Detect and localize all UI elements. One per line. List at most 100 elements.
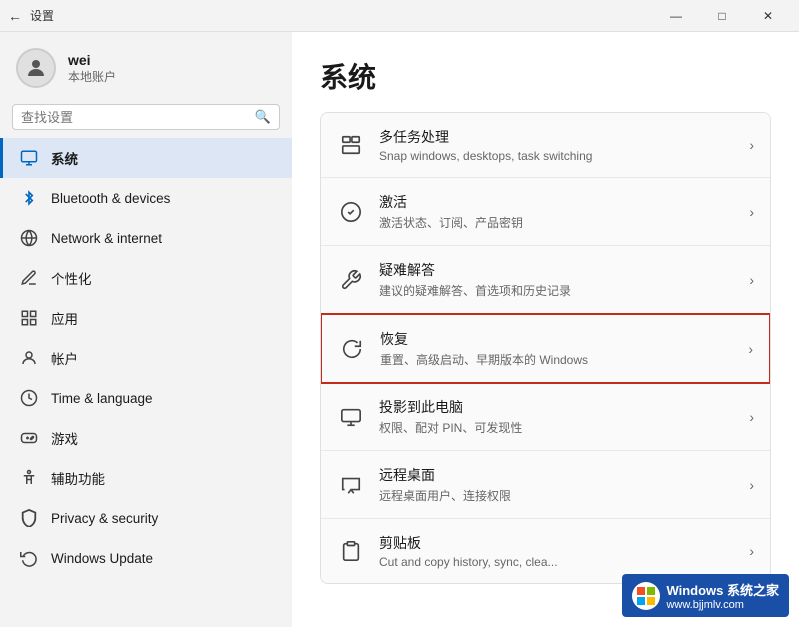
sidebar-item-system[interactable]: 系统 bbox=[0, 138, 292, 178]
sidebar-item-update[interactable]: Windows Update bbox=[0, 538, 292, 578]
multitasking-title: 多任务处理 bbox=[379, 127, 735, 147]
sidebar-label-update: Windows Update bbox=[51, 551, 153, 566]
troubleshoot-text: 疑难解答 建议的疑难解答、首选项和历史记录 bbox=[379, 260, 735, 299]
troubleshoot-chevron: › bbox=[749, 272, 754, 288]
clipboard-text: 剪贴板 Cut and copy history, sync, clea... bbox=[379, 533, 735, 569]
multitasking-subtitle: Snap windows, desktops, task switching bbox=[379, 149, 735, 163]
accessibility-icon bbox=[19, 468, 39, 488]
avatar bbox=[16, 48, 56, 88]
time-icon bbox=[19, 388, 39, 408]
user-info: wei 本地账户 bbox=[68, 52, 116, 85]
settings-item-multitasking[interactable]: 多任务处理 Snap windows, desktops, task switc… bbox=[321, 113, 770, 178]
sidebar-item-personalization[interactable]: 个性化 bbox=[0, 258, 292, 298]
sidebar-label-accounts: 帐户 bbox=[51, 348, 78, 368]
sidebar-label-privacy: Privacy & security bbox=[51, 511, 158, 526]
remote-subtitle: 远程桌面用户、连接权限 bbox=[379, 487, 735, 504]
maximize-button[interactable]: □ bbox=[699, 0, 745, 32]
settings-item-remote[interactable]: 远程桌面 远程桌面用户、连接权限 › bbox=[321, 451, 770, 519]
sidebar: wei 本地账户 🔍 系统 bbox=[0, 32, 292, 627]
titlebar-title: 设置 bbox=[30, 7, 54, 24]
watermark-line1: Windows 系统之家 bbox=[666, 580, 779, 599]
projection-chevron: › bbox=[749, 409, 754, 425]
search-input[interactable] bbox=[21, 110, 251, 125]
privacy-icon bbox=[19, 508, 39, 528]
search-box[interactable]: 🔍 bbox=[12, 104, 280, 130]
settings-item-projection[interactable]: 投影到此电脑 权限、配对 PIN、可发现性 › bbox=[321, 383, 770, 451]
sidebar-label-accessibility: 辅助功能 bbox=[51, 468, 105, 488]
system-icon bbox=[19, 148, 39, 168]
recovery-icon bbox=[338, 335, 366, 363]
sidebar-item-gaming[interactable]: 游戏 bbox=[0, 418, 292, 458]
close-button[interactable]: ✕ bbox=[745, 0, 791, 32]
remote-icon bbox=[337, 471, 365, 499]
remote-title: 远程桌面 bbox=[379, 465, 735, 485]
watermark: Windows 系统之家 www.bjjmlv.com bbox=[622, 574, 789, 617]
clipboard-chevron: › bbox=[749, 543, 754, 559]
update-icon bbox=[19, 548, 39, 568]
watermark-line2: www.bjjmlv.com bbox=[666, 599, 779, 611]
sidebar-item-bluetooth[interactable]: Bluetooth & devices bbox=[0, 178, 292, 218]
settings-item-activation[interactable]: 激活 激活状态、订阅、产品密钥 › bbox=[321, 178, 770, 246]
remote-chevron: › bbox=[749, 477, 754, 493]
sidebar-item-accessibility[interactable]: 辅助功能 bbox=[0, 458, 292, 498]
recovery-text: 恢复 重置、高级启动、早期版本的 Windows bbox=[380, 329, 734, 368]
activation-subtitle: 激活状态、订阅、产品密钥 bbox=[379, 214, 735, 231]
recovery-title: 恢复 bbox=[380, 329, 734, 349]
clipboard-subtitle: Cut and copy history, sync, clea... bbox=[379, 555, 735, 569]
personalization-icon bbox=[19, 268, 39, 288]
sidebar-label-personalization: 个性化 bbox=[51, 268, 92, 288]
apps-icon bbox=[19, 308, 39, 328]
remote-text: 远程桌面 远程桌面用户、连接权限 bbox=[379, 465, 735, 504]
back-icon[interactable]: ← bbox=[8, 8, 22, 24]
content-area: 系统 多任务处理 Snap windows, desktops, task sw… bbox=[292, 32, 799, 627]
recovery-subtitle: 重置、高级启动、早期版本的 Windows bbox=[380, 351, 734, 368]
sidebar-nav: 系统 Bluetooth & devices Network & inte bbox=[0, 138, 292, 578]
multitasking-icon bbox=[337, 131, 365, 159]
settings-item-recovery[interactable]: 恢复 重置、高级启动、早期版本的 Windows › bbox=[320, 313, 771, 384]
user-section: wei 本地账户 bbox=[0, 32, 292, 100]
page-title: 系统 bbox=[320, 56, 771, 96]
activation-icon bbox=[337, 198, 365, 226]
sidebar-label-system: 系统 bbox=[51, 148, 78, 168]
troubleshoot-title: 疑难解答 bbox=[379, 260, 735, 280]
clipboard-icon bbox=[337, 537, 365, 565]
clipboard-title: 剪贴板 bbox=[379, 533, 735, 553]
sidebar-item-privacy[interactable]: Privacy & security bbox=[0, 498, 292, 538]
bluetooth-icon bbox=[19, 188, 39, 208]
search-icon: 🔍 bbox=[255, 109, 271, 125]
sidebar-label-apps: 应用 bbox=[51, 308, 78, 328]
user-type: 本地账户 bbox=[68, 68, 116, 85]
sidebar-item-accounts[interactable]: 帐户 bbox=[0, 338, 292, 378]
projection-subtitle: 权限、配对 PIN、可发现性 bbox=[379, 419, 735, 436]
settings-item-troubleshoot[interactable]: 疑难解答 建议的疑难解答、首选项和历史记录 › bbox=[321, 246, 770, 314]
gaming-icon bbox=[19, 428, 39, 448]
sidebar-label-network: Network & internet bbox=[51, 231, 162, 246]
recovery-chevron: › bbox=[748, 341, 753, 357]
sidebar-item-time[interactable]: Time & language bbox=[0, 378, 292, 418]
sidebar-label-gaming: 游戏 bbox=[51, 428, 78, 448]
troubleshoot-icon bbox=[337, 266, 365, 294]
app-container: wei 本地账户 🔍 系统 bbox=[0, 32, 799, 627]
sidebar-label-time: Time & language bbox=[51, 391, 153, 406]
multitasking-text: 多任务处理 Snap windows, desktops, task switc… bbox=[379, 127, 735, 163]
sidebar-item-network[interactable]: Network & internet bbox=[0, 218, 292, 258]
sidebar-label-bluetooth: Bluetooth & devices bbox=[51, 191, 170, 206]
activation-title: 激活 bbox=[379, 192, 735, 212]
titlebar: ← 设置 — □ ✕ bbox=[0, 0, 799, 32]
multitasking-chevron: › bbox=[749, 137, 754, 153]
watermark-text: Windows 系统之家 www.bjjmlv.com bbox=[666, 580, 779, 611]
watermark-logo bbox=[632, 582, 660, 610]
projection-title: 投影到此电脑 bbox=[379, 397, 735, 417]
activation-chevron: › bbox=[749, 204, 754, 220]
titlebar-controls: — □ ✕ bbox=[653, 0, 791, 32]
sidebar-item-apps[interactable]: 应用 bbox=[0, 298, 292, 338]
titlebar-left: ← 设置 bbox=[8, 7, 54, 24]
user-name: wei bbox=[68, 52, 116, 68]
activation-text: 激活 激活状态、订阅、产品密钥 bbox=[379, 192, 735, 231]
network-icon bbox=[19, 228, 39, 248]
projection-text: 投影到此电脑 权限、配对 PIN、可发现性 bbox=[379, 397, 735, 436]
accounts-icon bbox=[19, 348, 39, 368]
minimize-button[interactable]: — bbox=[653, 0, 699, 32]
troubleshoot-subtitle: 建议的疑难解答、首选项和历史记录 bbox=[379, 282, 735, 299]
projection-icon bbox=[337, 403, 365, 431]
